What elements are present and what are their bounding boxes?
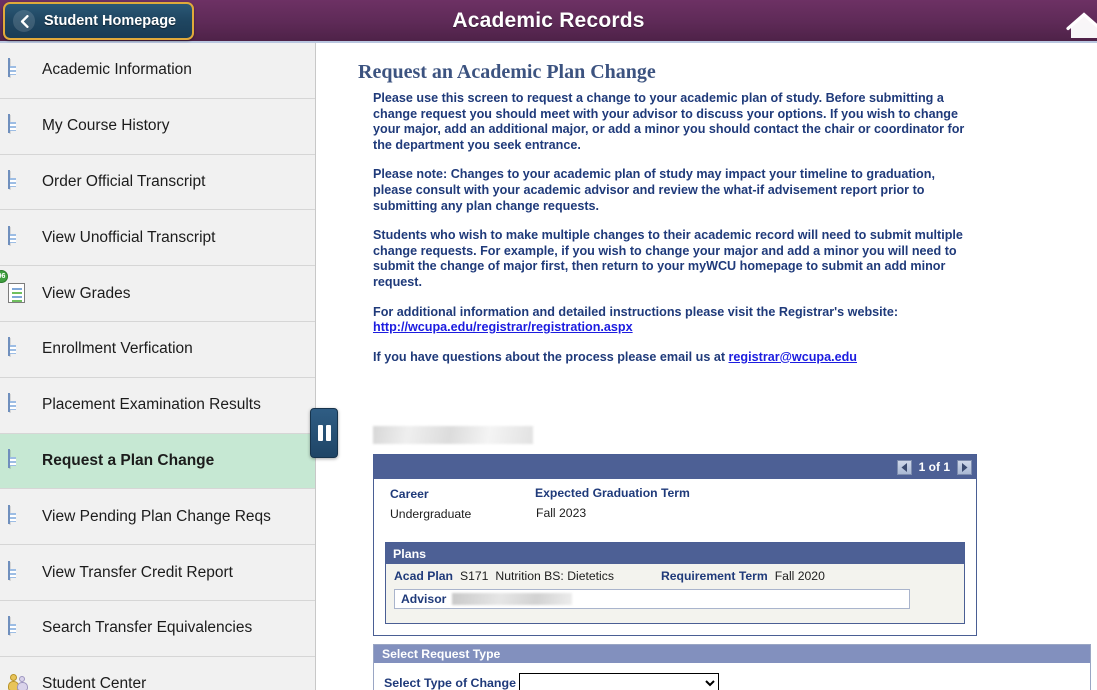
record-panel-header: 1 of 1 <box>374 455 976 479</box>
instruction-paragraph-1: Please use this screen to request a chan… <box>373 91 973 153</box>
app-header: Academic Records Student Homepage <box>0 0 1097 43</box>
pause-bar-right <box>326 425 331 441</box>
plans-section: Plans Acad Plan S171 Nutrition BS: Diete… <box>385 542 965 624</box>
window-icon <box>8 59 32 81</box>
instruction-paragraph-3: Students who wish to make multiple chang… <box>373 228 973 290</box>
instruction-paragraph-2: Please note: Changes to your academic pl… <box>373 167 973 214</box>
instruction-paragraph-5: If you have questions about the process … <box>373 350 973 366</box>
sidebar-item-label: Placement Examination Results <box>42 396 261 414</box>
sidebar-item-view-pending-plan-change-reqs[interactable]: View Pending Plan Change Reqs <box>0 489 315 545</box>
window-icon <box>8 338 32 360</box>
window-icon <box>8 227 32 249</box>
sidebar-item-label: Enrollment Verfication <box>42 340 193 358</box>
window-icon <box>8 562 32 584</box>
career-value: Undergraduate <box>390 507 471 521</box>
registrar-website-link[interactable]: http://wcupa.edu/registrar/registration.… <box>373 320 633 334</box>
sidebar-item-view-unofficial-transcript[interactable]: View Unofficial Transcript <box>0 210 315 266</box>
acad-plan-code: S171 <box>460 569 488 583</box>
sidebar-item-label: View Unofficial Transcript <box>42 229 215 247</box>
requirement-term-label: Requirement Term <box>661 569 768 583</box>
acad-plan-label: Acad Plan <box>394 569 453 583</box>
acad-plan-name: Nutrition BS: Dietetics <box>495 569 614 583</box>
sidebar-item-label: Search Transfer Equivalencies <box>42 619 252 637</box>
window-icon <box>8 171 32 193</box>
expected-graduation-term-label: Expected Graduation Term <box>535 486 690 500</box>
sidebar-item-my-course-history[interactable]: My Course History <box>0 99 315 155</box>
window-icon <box>8 506 32 528</box>
registrar-email-link[interactable]: registrar@wcupa.edu <box>729 350 857 364</box>
select-type-of-change-dropdown[interactable] <box>519 673 719 690</box>
sidebar-item-view-grades[interactable]: 96 View Grades <box>0 266 315 322</box>
main-content: Request an Academic Plan Change Please u… <box>317 43 1097 690</box>
sidebar-item-label: View Pending Plan Change Reqs <box>42 508 271 526</box>
people-icon <box>8 673 32 690</box>
sidebar-navigation[interactable]: Academic Information My Course History Ord… <box>0 43 316 690</box>
page-title: Request an Academic Plan Change <box>358 61 656 84</box>
student-name-redacted <box>373 426 533 444</box>
expected-graduation-term-value: Fall 2023 <box>536 506 586 520</box>
advisor-label: Advisor <box>401 592 446 606</box>
back-to-student-homepage-button[interactable]: Student Homepage <box>3 2 194 40</box>
select-request-type-panel: Select Request Type Select Type of Chang… <box>373 644 1091 690</box>
sidebar-item-label: Order Official Transcript <box>42 173 205 191</box>
window-icon <box>8 394 32 416</box>
requirement-term-value: Fall 2020 <box>775 569 825 583</box>
sidebar-item-view-transfer-credit-report[interactable]: View Transfer Credit Report <box>0 545 315 601</box>
instructions-block: Please use this screen to request a chan… <box>373 91 973 379</box>
prev-arrow-icon[interactable] <box>897 460 912 475</box>
sidebar-item-label: Academic Information <box>42 61 192 79</box>
sidebar-item-enrollment-verfication[interactable]: Enrollment Verfication <box>0 322 315 378</box>
sidebar-item-label: Student Center <box>42 675 146 690</box>
pause-bar-left <box>318 425 323 441</box>
instruction-paragraph-4: For additional information and detailed … <box>373 305 973 336</box>
sidebar-item-academic-information[interactable]: Academic Information <box>0 43 315 99</box>
select-request-type-header: Select Request Type <box>374 645 1090 663</box>
sidebar-item-order-official-transcript[interactable]: Order Official Transcript <box>0 155 315 211</box>
advisor-field: Advisor <box>394 589 910 609</box>
sidebar-item-label: View Transfer Credit Report <box>42 564 233 582</box>
window-icon <box>8 115 32 137</box>
advisor-name-redacted <box>452 593 572 605</box>
back-button-label: Student Homepage <box>44 13 176 29</box>
sidebar-item-search-transfer-equivalencies[interactable]: Search Transfer Equivalencies <box>0 601 315 657</box>
sidebar-item-request-a-plan-change[interactable]: Request a Plan Change <box>0 434 315 490</box>
window-icon <box>8 617 32 639</box>
sidebar-item-label: Request a Plan Change <box>42 452 214 470</box>
sidebar-item-label: My Course History <box>42 117 169 135</box>
home-icon[interactable] <box>1053 8 1097 44</box>
acad-plan-row: Acad Plan S171 Nutrition BS: Dietetics R… <box>394 569 825 583</box>
window-icon <box>8 450 32 472</box>
registrar-email-text: If you have questions about the process … <box>373 350 729 364</box>
next-arrow-icon[interactable] <box>957 460 972 475</box>
chevron-left-icon <box>13 10 35 32</box>
select-request-type-body: Select Type of Change <box>374 663 1090 690</box>
student-record-panel: 1 of 1 Career Undergraduate Expected Gra… <box>373 454 977 636</box>
career-label: Career <box>390 487 429 501</box>
grades-icon: 96 <box>8 283 32 305</box>
page-count-label: 1 of 1 <box>916 460 953 474</box>
select-type-of-change-label: Select Type of Change <box>384 676 516 690</box>
sidebar-collapse-handle[interactable] <box>310 408 338 458</box>
sidebar-item-student-center[interactable]: Student Center <box>0 657 315 690</box>
plans-section-header: Plans <box>386 543 964 564</box>
sidebar-item-placement-examination-results[interactable]: Placement Examination Results <box>0 378 315 434</box>
sidebar-item-label: View Grades <box>42 285 130 303</box>
registrar-website-text: For additional information and detailed … <box>373 305 898 319</box>
